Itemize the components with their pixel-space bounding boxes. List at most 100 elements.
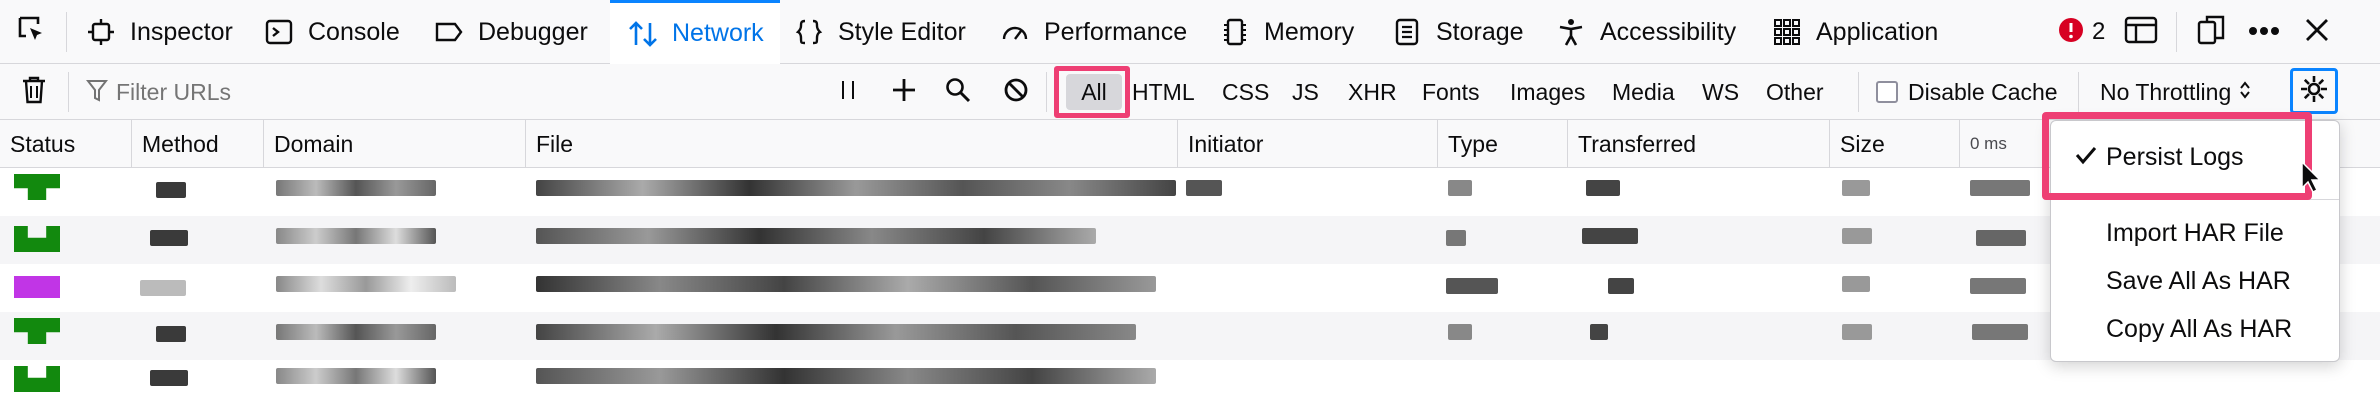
divider xyxy=(1858,72,1859,112)
divider xyxy=(2078,72,2079,112)
search-icon xyxy=(945,77,971,108)
filter-xhr-button[interactable]: XHR xyxy=(1340,74,1405,110)
column-file[interactable]: File xyxy=(526,120,1178,168)
type-text xyxy=(1448,324,1472,340)
requests-table-header: Status Method Domain File Initiator Type… xyxy=(0,120,2380,168)
style-editor-icon xyxy=(792,15,826,49)
tab-style-editor[interactable]: Style Editor xyxy=(792,0,966,64)
waterfall-bar xyxy=(1976,230,2026,246)
element-picker-button[interactable] xyxy=(8,0,56,64)
menu-item-import-har[interactable]: Import HAR File xyxy=(2051,211,2339,255)
domain-text xyxy=(276,324,436,340)
divider xyxy=(66,12,67,52)
filter-images-button[interactable]: Images xyxy=(1502,74,1593,110)
waterfall-bar xyxy=(1972,324,2028,340)
domain-text xyxy=(276,228,436,244)
divider xyxy=(1046,72,1047,112)
close-button[interactable] xyxy=(2304,0,2330,64)
tab-label: Style Editor xyxy=(838,17,966,46)
column-type[interactable]: Type xyxy=(1438,120,1568,168)
tab-label: Application xyxy=(1816,17,1939,46)
tab-memory[interactable]: Memory xyxy=(1218,0,1354,64)
new-request-button[interactable] xyxy=(886,64,922,120)
initiator-text xyxy=(1186,180,1222,196)
filter-ws-button[interactable]: WS xyxy=(1694,74,1747,110)
filter-fonts-button[interactable]: Fonts xyxy=(1414,74,1488,110)
status-code-badge xyxy=(14,318,60,344)
request-row[interactable] xyxy=(0,216,2380,264)
column-status[interactable]: Status xyxy=(0,120,132,168)
pause-icon xyxy=(838,78,858,107)
column-transferred[interactable]: Transferred xyxy=(1568,120,1830,168)
column-method[interactable]: Method xyxy=(132,120,264,168)
tab-storage[interactable]: Storage xyxy=(1390,0,1524,64)
size-text xyxy=(1842,180,1870,196)
column-size[interactable]: Size xyxy=(1830,120,1960,168)
filter-css-button[interactable]: CSS xyxy=(1214,74,1277,110)
file-text xyxy=(536,368,1156,384)
menu-item-copy-all-har[interactable]: Copy All As HAR xyxy=(2051,307,2339,351)
element-picker-icon xyxy=(16,14,48,51)
size-text xyxy=(1842,228,1872,244)
clear-button[interactable] xyxy=(10,64,58,120)
error-count: 2 xyxy=(2092,18,2106,45)
tab-performance[interactable]: Performance xyxy=(998,0,1187,64)
application-icon xyxy=(1770,15,1804,49)
trash-icon xyxy=(21,75,47,110)
split-console-button[interactable] xyxy=(2124,0,2158,64)
menu-item-save-all-har[interactable]: Save All As HAR xyxy=(2051,259,2339,303)
memory-icon xyxy=(1218,15,1252,49)
tab-application[interactable]: Application xyxy=(1770,0,1938,64)
tab-debugger[interactable]: Debugger xyxy=(432,0,588,64)
method-text xyxy=(150,230,188,246)
filter-media-button[interactable]: Media xyxy=(1604,74,1683,110)
filter-js-button[interactable]: JS xyxy=(1284,74,1327,110)
network-icon xyxy=(626,17,660,51)
pause-button[interactable] xyxy=(830,64,866,120)
request-row[interactable] xyxy=(0,360,2380,408)
transferred-text xyxy=(1608,278,1634,294)
domain-text xyxy=(276,180,436,196)
column-initiator[interactable]: Initiator xyxy=(1178,120,1438,168)
menu-item-label: Copy All As HAR xyxy=(2106,314,2293,343)
disable-cache-checkbox[interactable]: Disable Cache xyxy=(1876,64,2058,120)
request-row[interactable] xyxy=(0,168,2380,216)
network-settings-button[interactable] xyxy=(2290,68,2338,114)
tab-console[interactable]: Console xyxy=(262,0,400,64)
filter-urls-input[interactable] xyxy=(114,72,818,112)
type-text xyxy=(1446,278,1498,294)
domain-text xyxy=(276,276,456,292)
checkbox-box[interactable] xyxy=(1876,81,1898,103)
type-text xyxy=(1448,180,1472,196)
column-domain[interactable]: Domain xyxy=(264,120,526,168)
tab-label: Inspector xyxy=(130,17,233,46)
block-icon xyxy=(1003,77,1029,108)
tab-accessibility[interactable]: Accessibility xyxy=(1554,0,1736,64)
tab-network[interactable]: Network xyxy=(610,0,780,64)
transferred-text xyxy=(1590,324,1608,340)
close-icon xyxy=(2304,17,2330,48)
block-requests-button[interactable] xyxy=(998,64,1034,120)
file-text xyxy=(536,276,1156,292)
transferred-text xyxy=(1586,180,1620,196)
method-text xyxy=(140,280,186,296)
performance-icon xyxy=(998,15,1032,49)
size-text xyxy=(1842,276,1870,292)
tab-inspector[interactable]: Inspector xyxy=(84,0,233,64)
filter-html-button[interactable]: HTML xyxy=(1124,74,1203,110)
more-icon xyxy=(2248,23,2280,41)
request-row[interactable] xyxy=(0,264,2380,312)
more-options-button[interactable] xyxy=(2248,0,2280,64)
divider xyxy=(68,72,69,112)
divider xyxy=(2176,12,2177,52)
dock-side-button[interactable] xyxy=(2196,0,2226,64)
size-text xyxy=(1842,324,1872,340)
filter-other-button[interactable]: Other xyxy=(1758,74,1832,110)
request-row[interactable] xyxy=(0,312,2380,360)
file-text xyxy=(536,324,1136,340)
dock-icon xyxy=(2196,14,2226,51)
search-button[interactable] xyxy=(940,64,976,120)
transferred-text xyxy=(1582,228,1638,244)
error-count-button[interactable]: 2 xyxy=(2058,0,2105,64)
method-text xyxy=(156,326,186,342)
